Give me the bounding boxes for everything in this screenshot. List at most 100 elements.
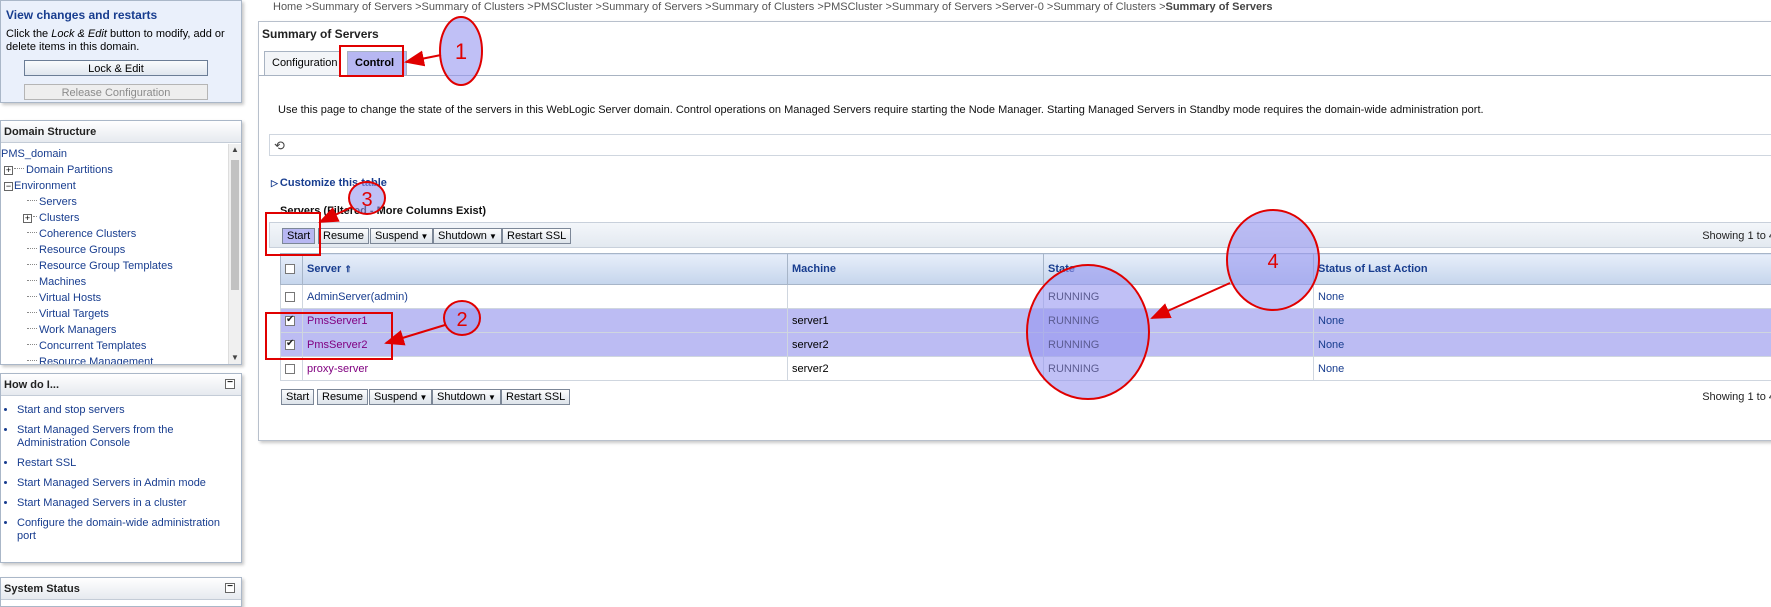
column-state[interactable]: State [1044,254,1314,285]
tab-control[interactable]: Control [347,51,407,75]
suspend-label: Suspend [375,230,418,242]
expand-icon[interactable]: + [23,214,32,223]
tree-label: Servers [39,196,77,208]
column-server[interactable]: Server ⇑ [303,254,788,285]
scroll-thumb[interactable] [231,160,239,290]
tree-connector [27,322,37,329]
tree-label: Clusters [39,212,79,224]
tree-label: Resource Groups [39,244,125,256]
select-all-checkbox[interactable] [285,264,295,274]
table-header-row: Server ⇑ Machine State Status of Last Ac… [281,254,1771,285]
chevron-down-icon: ▼ [420,232,428,241]
tree-item-machines[interactable]: Machines [1,274,227,290]
page-title: Summary of Servers [259,22,1771,46]
domain-structure-panel: Domain Structure PMS_domain +Domain Part… [0,120,242,365]
table-row: PmsServer2 server2 RUNNING None [281,333,1771,357]
start-button-bottom[interactable]: Start [281,389,314,405]
cell-status: None [1314,309,1771,333]
resume-button-bottom[interactable]: Resume [317,389,368,405]
change-center-title[interactable]: View changes and restarts [1,1,241,26]
customize-table-link[interactable]: ▷Customize this table [271,177,387,189]
how-do-i-title: How do I... − [1,374,241,396]
scroll-up-icon[interactable]: ▲ [229,144,241,156]
server-link[interactable]: proxy-server [307,363,368,375]
tree-connector [27,258,37,265]
table-row: PmsServer1 server1 RUNNING None [281,309,1771,333]
resume-button[interactable]: Resume [318,228,369,244]
breadcrumb-path[interactable]: Home >Summary of Servers >Summary of Clu… [273,1,1166,13]
how-do-i-link[interactable]: Start Managed Servers in Admin mode [17,477,241,490]
suspend-button[interactable]: Suspend▼ [370,228,433,244]
row-checkbox[interactable] [285,316,295,326]
tree-connector [27,306,37,313]
tab-divider [259,75,1771,76]
tree-item-domain-partitions[interactable]: +Domain Partitions [1,162,227,178]
status-link[interactable]: None [1318,315,1344,327]
tree-connector [14,162,24,169]
expand-icon[interactable]: + [4,166,13,175]
restart-ssl-button-bottom[interactable]: Restart SSL [501,389,570,405]
row-checkbox[interactable] [285,364,295,374]
start-button[interactable]: Start [282,228,315,244]
refresh-icon[interactable]: ⟲ [274,138,285,154]
how-do-i-link[interactable]: Start Managed Servers from the Administr… [17,424,241,450]
status-link[interactable]: None [1318,339,1344,351]
shutdown-button-bottom[interactable]: Shutdown▼ [432,389,501,405]
tree-item-resource-group-templates[interactable]: Resource Group Templates [1,258,227,274]
tree-item-concurrent-templates[interactable]: Concurrent Templates [1,338,227,354]
server-link[interactable]: AdminServer(admin) [307,291,408,303]
system-status-title: System Status− [1,578,241,600]
tree-item-clusters[interactable]: + Clusters [1,210,227,226]
status-link[interactable]: None [1318,291,1344,303]
column-machine[interactable]: Machine [788,254,1044,285]
scroll-down-icon[interactable]: ▼ [229,352,241,364]
how-do-i-link[interactable]: Restart SSL [17,457,241,470]
tree-item-virtual-hosts[interactable]: Virtual Hosts [1,290,227,306]
column-status-last-action[interactable]: Status of Last Action [1314,254,1771,285]
tree-item-pms-domain[interactable]: PMS_domain [1,146,227,162]
tree-label: Machines [39,276,86,288]
tree-item-work-managers[interactable]: Work Managers [1,322,227,338]
cell-state: RUNNING [1044,309,1314,333]
change-center-panel: View changes and restarts Click the Lock… [0,0,242,103]
cell-state: RUNNING [1044,333,1314,357]
server-link[interactable]: PmsServer1 [307,315,368,327]
status-link[interactable]: None [1318,363,1344,375]
tree-label: Coherence Clusters [39,228,136,240]
collapse-icon[interactable]: − [225,583,235,593]
collapse-icon[interactable]: − [225,379,235,389]
restart-ssl-button[interactable]: Restart SSL [502,228,571,244]
suspend-button-bottom[interactable]: Suspend▼ [369,389,432,405]
breadcrumb-current: Summary of Servers [1166,1,1273,13]
tree-item-resource-management[interactable]: Resource Management [1,354,227,364]
tree-item-environment[interactable]: −Environment [1,178,227,194]
domain-tree: PMS_domain +Domain Partitions −Environme… [1,144,227,364]
tree-label: Environment [14,180,76,192]
tree-item-resource-groups[interactable]: Resource Groups [1,242,227,258]
tab-configuration[interactable]: Configuration [264,51,340,75]
tree-item-coherence-clusters[interactable]: Coherence Clusters [1,226,227,242]
servers-table: Server ⇑ Machine State Status of Last Ac… [280,253,1771,381]
how-do-i-title-text: How do I... [4,379,59,391]
tree-connector [27,274,37,281]
suspend-label: Suspend [374,391,417,403]
server-link[interactable]: PmsServer2 [307,339,368,351]
collapse-icon[interactable]: − [4,182,13,191]
shutdown-button[interactable]: Shutdown▼ [433,228,502,244]
tree-label: Virtual Hosts [39,292,101,304]
row-checkbox[interactable] [285,292,295,302]
tree-item-servers[interactable]: Servers [1,194,227,210]
row-checkbox[interactable] [285,340,295,350]
summary-of-servers-panel: Summary of Servers Configuration Control… [258,21,1771,441]
breadcrumb[interactable]: Home >Summary of Servers >Summary of Clu… [273,1,1273,13]
table-toolbar-bottom: Start Resume Suspend▼ Shutdown▼ Restart … [269,384,1771,410]
tree-item-virtual-targets[interactable]: Virtual Targets [1,306,227,322]
sort-ascending-icon: ⇑ [344,264,352,274]
column-server-label: Server [307,263,341,275]
how-do-i-link[interactable]: Start Managed Servers in a cluster [17,497,241,510]
how-do-i-link[interactable]: Configure the domain-wide administration… [17,517,241,543]
tree-scrollbar[interactable]: ▲ ▼ [228,144,241,364]
row-select [281,309,303,333]
lock-edit-button[interactable]: Lock & Edit [24,60,208,76]
how-do-i-link[interactable]: Start and stop servers [17,404,241,417]
